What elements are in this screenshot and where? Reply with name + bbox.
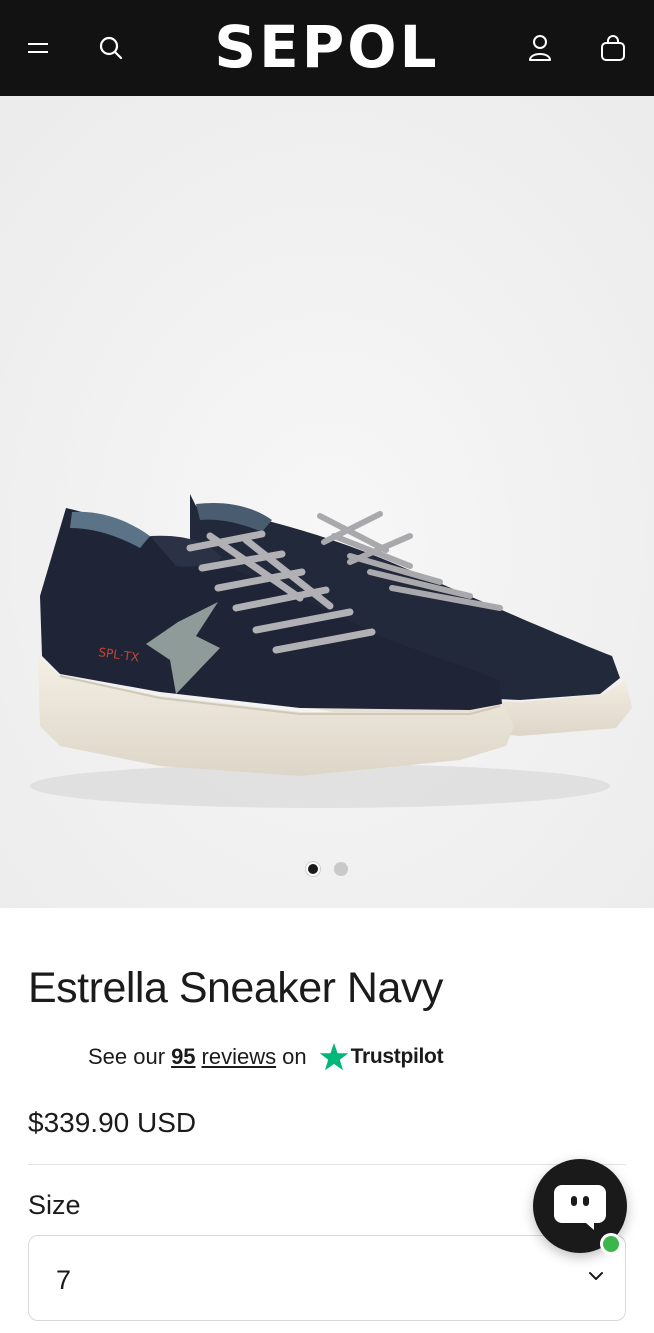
size-label: Size	[28, 1190, 81, 1220]
carousel-dot-2[interactable]	[334, 862, 348, 876]
reviews-count: 95	[171, 1044, 196, 1069]
product-media: SPL·TX	[0, 96, 654, 908]
product-image[interactable]: SPL·TX	[0, 96, 654, 908]
size-select[interactable]: 7	[28, 1235, 626, 1321]
account-icon	[529, 35, 551, 61]
reviews-suffix: on	[282, 1044, 307, 1069]
trustpilot-star-icon	[319, 1042, 349, 1072]
carousel-dots	[0, 862, 654, 878]
size-selected-value: 7	[56, 1265, 72, 1295]
chevron-down-icon	[589, 1272, 603, 1280]
site-header: SEPOL	[0, 0, 654, 96]
trustpilot-brand: Trustpilot	[350, 1045, 444, 1068]
trustpilot-reviews: See our 95 reviews on Trustpilot	[88, 1040, 444, 1074]
product-title: Estrella Sneaker Navy	[28, 964, 443, 1012]
cart-button[interactable]	[593, 28, 633, 68]
menu-button[interactable]	[18, 28, 58, 68]
divider	[28, 1164, 626, 1165]
search-button[interactable]	[91, 28, 131, 68]
chat-icon	[554, 1185, 606, 1230]
online-status-indicator	[600, 1233, 622, 1255]
menu-icon	[28, 43, 48, 53]
carousel-dot-1[interactable]	[306, 862, 320, 876]
reviews-link[interactable]: 95 reviews	[171, 1044, 276, 1070]
product-price: $339.90 USD	[28, 1107, 197, 1138]
reviews-word: reviews	[201, 1044, 277, 1069]
search-icon	[99, 36, 123, 60]
account-button[interactable]	[520, 28, 560, 68]
cart-icon	[601, 35, 625, 61]
reviews-prefix: See our	[88, 1044, 166, 1069]
